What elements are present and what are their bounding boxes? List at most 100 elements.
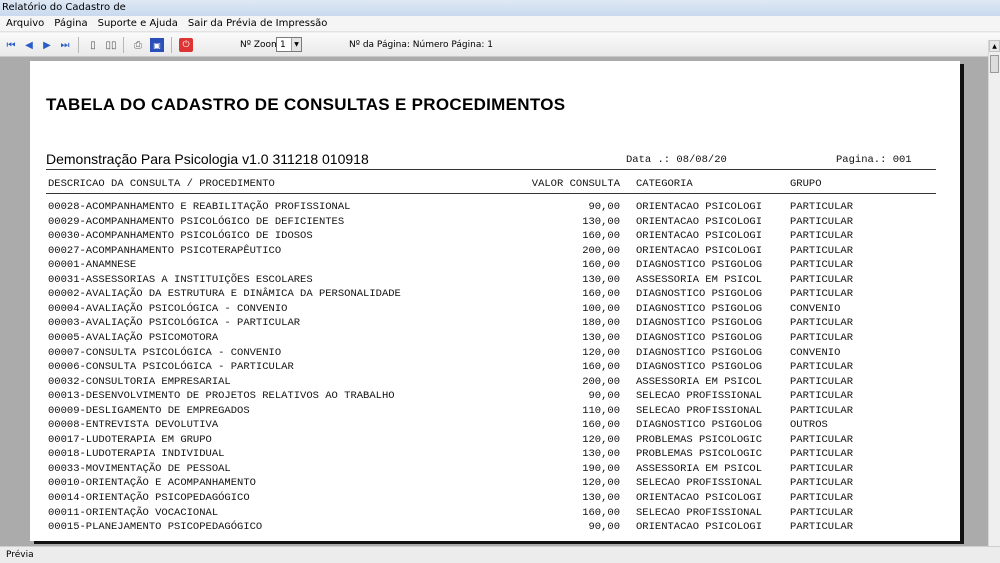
table-row: 00018-LUDOTERAPIA INDIVIDUAL 130,00 PROBLE… [30, 448, 960, 462]
row-grupo: PARTICULAR [790, 331, 854, 344]
row-valor: 180,00 [582, 317, 620, 330]
menu-pagina[interactable]: Página [49, 18, 92, 29]
row-descricao: 00009-DESLIGAMENTO DE EMPREGADOS [48, 404, 250, 417]
row-descricao: 00013-DESENVOLVIMENTO DE PROJETOS RELATI… [48, 390, 395, 403]
table-row: 00007-CONSULTA PSICOLÓGICA - CONVENIO 120… [30, 347, 960, 361]
scroll-thumb[interactable] [990, 55, 999, 73]
row-categoria: ORIENTACAO PSICOLOGI [636, 492, 763, 504]
row-categoria: ORIENTACAO PSICOLOGI [636, 201, 763, 213]
row-categoria: SELECAO PROFISSIONAL [636, 404, 763, 417]
row-grupo: PARTICULAR [790, 375, 854, 388]
table-row: 00011-ORIENTAÇÃO VOCACIONAL 160,00 SELECAO… [30, 507, 960, 521]
row-grupo: PARTICULAR [790, 361, 854, 374]
row-grupo: PARTICULAR [790, 521, 854, 534]
row-descricao: 00007-CONSULTA PSICOLÓGICA - CONVENIO [48, 346, 282, 359]
row-valor: 130,00 [582, 215, 620, 228]
table-row: 00032-CONSULTORIA EMPRESARIAL 200,00 ASSES… [30, 376, 960, 390]
report-date: Data .: 08/08/20 [626, 154, 727, 166]
row-categoria: ORIENTACAO PSICOLOGI [636, 521, 763, 534]
row-grupo: OUTROS [790, 419, 828, 432]
row-descricao: 00031-ASSESSORIAS A INSTITUIÇÕES ESCOLAR… [48, 273, 313, 286]
two-pages-icon[interactable]: ▯▯ [104, 38, 118, 52]
row-categoria: PROBLEMAS PSICOLOGIC [636, 433, 763, 446]
table-row: 00029-ACOMPANHAMENTO PSICOLÓGICO DE DEFI… [30, 216, 960, 230]
toolbar-divider [123, 37, 124, 53]
next-page-icon[interactable]: ▶ [40, 38, 54, 52]
row-valor: 160,00 [582, 230, 620, 243]
report-page-number: Pagina.: 001 [836, 154, 912, 166]
scroll-up-icon[interactable]: ▲ [989, 40, 1000, 52]
divider-line [46, 193, 936, 194]
table-row: 00015-PLANEJAMENTO PSICOPEDAGÓGICO 90,00 O… [30, 521, 960, 535]
row-categoria: ORIENTACAO PSICOLOGI [636, 215, 763, 228]
company-name: Demonstração Para Psicologia v1.0 311218… [46, 151, 369, 167]
divider-line [46, 169, 936, 170]
close-preview-icon[interactable]: ⏻ [179, 38, 193, 52]
row-categoria: ORIENTACAO PSICOLOGI [636, 230, 763, 243]
preview-area[interactable]: TABELA DO CADASTRO DE CONSULTAS E PROCED… [0, 57, 988, 546]
table-row: 00002-AVALIAÇÃO DA ESTRUTURA E DINÂMICA … [30, 288, 960, 302]
row-categoria: SELECAO PROFISSIONAL [636, 477, 763, 490]
row-valor: 90,00 [588, 390, 620, 403]
row-valor: 160,00 [582, 259, 620, 272]
row-descricao: 00002-AVALIAÇÃO DA ESTRUTURA E DINÂMICA … [48, 288, 401, 301]
row-categoria: ASSESSORIA EM PSICOL [636, 273, 763, 286]
print-setup-icon[interactable]: ⎙ [131, 38, 145, 52]
zoom-value: 1 [280, 39, 286, 50]
row-categoria: DIAGNOSTICO PSIGOLOG [636, 419, 763, 432]
row-categoria: DIAGNOSTICO PSIGOLOG [636, 331, 763, 344]
last-page-icon[interactable]: ⏭ [58, 38, 72, 52]
table-row: 00030-ACOMPANHAMENTO PSICOLÓGICO DE IDOS… [30, 230, 960, 244]
toolbar-divider [171, 37, 172, 53]
first-page-icon[interactable]: ⏮ [4, 38, 18, 52]
menu-arquivo[interactable]: Arquivo [0, 18, 49, 29]
row-descricao: 00027-ACOMPANHAMENTO PSICOTERAPÊUTICO [48, 244, 282, 257]
single-page-icon[interactable]: ▯ [86, 38, 100, 52]
column-header-categoria: CATEGORIA [636, 178, 693, 190]
row-descricao: 00008-ENTREVISTA DEVOLUTIVA [48, 419, 219, 432]
row-grupo: PARTICULAR [790, 433, 854, 446]
row-grupo: PARTICULAR [790, 404, 854, 417]
table-row: 00008-ENTREVISTA DEVOLUTIVA 160,00 DIAGNOS… [30, 419, 960, 433]
row-valor: 130,00 [582, 273, 620, 286]
row-valor: 160,00 [582, 361, 620, 374]
row-grupo: PARTICULAR [790, 244, 854, 257]
table-row: 00005-AVALIAÇÃO PSICOMOTORA 130,00 DIAGNOS… [30, 332, 960, 346]
row-descricao: 00018-LUDOTERAPIA INDIVIDUAL [48, 448, 225, 461]
row-valor: 160,00 [582, 506, 620, 519]
table-row: 00006-CONSULTA PSICOLÓGICA - PARTICULAR 1… [30, 361, 960, 375]
row-valor: 120,00 [582, 477, 620, 490]
table-row: 00017-LUDOTERAPIA EM GRUPO 120,00 PROBLEMA… [30, 434, 960, 448]
save-icon[interactable]: ▣ [150, 38, 164, 52]
row-valor: 200,00 [582, 244, 620, 257]
row-grupo: PARTICULAR [790, 462, 854, 475]
row-valor: 190,00 [582, 462, 620, 475]
status-text: Prévia [6, 550, 34, 560]
menu-sair-previa[interactable]: Sair da Prévia de Impressão [183, 18, 333, 29]
row-categoria: PROBLEMAS PSICOLOGIC [636, 448, 763, 461]
row-descricao: 00006-CONSULTA PSICOLÓGICA - PARTICULAR [48, 361, 294, 374]
row-descricao: 00033-MOVIMENTAÇÃO DE PESSOAL [48, 462, 231, 475]
row-valor: 160,00 [582, 288, 620, 301]
window-title: Relatório do Cadastro de [2, 2, 126, 13]
row-valor: 130,00 [582, 331, 620, 344]
prev-page-icon[interactable]: ◀ [22, 38, 36, 52]
row-descricao: 00028-ACOMPANHAMENTO E REABILITAÇÃO PROF… [48, 201, 351, 213]
report-title: TABELA DO CADASTRO DE CONSULTAS E PROCED… [46, 95, 566, 114]
table-row: 00028-ACOMPANHAMENTO E REABILITAÇÃO PROF… [30, 201, 960, 215]
row-descricao: 00001-ANAMNESE [48, 259, 137, 272]
menu-suporte-ajuda[interactable]: Suporte e Ajuda [93, 18, 183, 29]
row-valor: 130,00 [582, 448, 620, 461]
zoom-select[interactable]: 1 ▼ [276, 37, 302, 52]
table-row: 00001-ANAMNESE 160,00 DIAGNOSTICO PSIGOLOG… [30, 259, 960, 273]
row-categoria: ASSESSORIA EM PSICOL [636, 462, 763, 475]
column-header-grupo: GRUPO [790, 178, 822, 190]
row-descricao: 00014-ORIENTAÇÃO PSICOPEDAGÓGICO [48, 492, 250, 504]
row-valor: 90,00 [588, 201, 620, 213]
row-grupo: PARTICULAR [790, 448, 854, 461]
table-row: 00003-AVALIAÇÃO PSICOLÓGICA - PARTICULAR… [30, 317, 960, 331]
chevron-down-icon[interactable]: ▼ [291, 38, 301, 51]
vertical-scrollbar[interactable]: ▲ [988, 40, 1000, 546]
row-valor: 110,00 [582, 404, 620, 417]
status-bar: Prévia [0, 546, 1000, 563]
